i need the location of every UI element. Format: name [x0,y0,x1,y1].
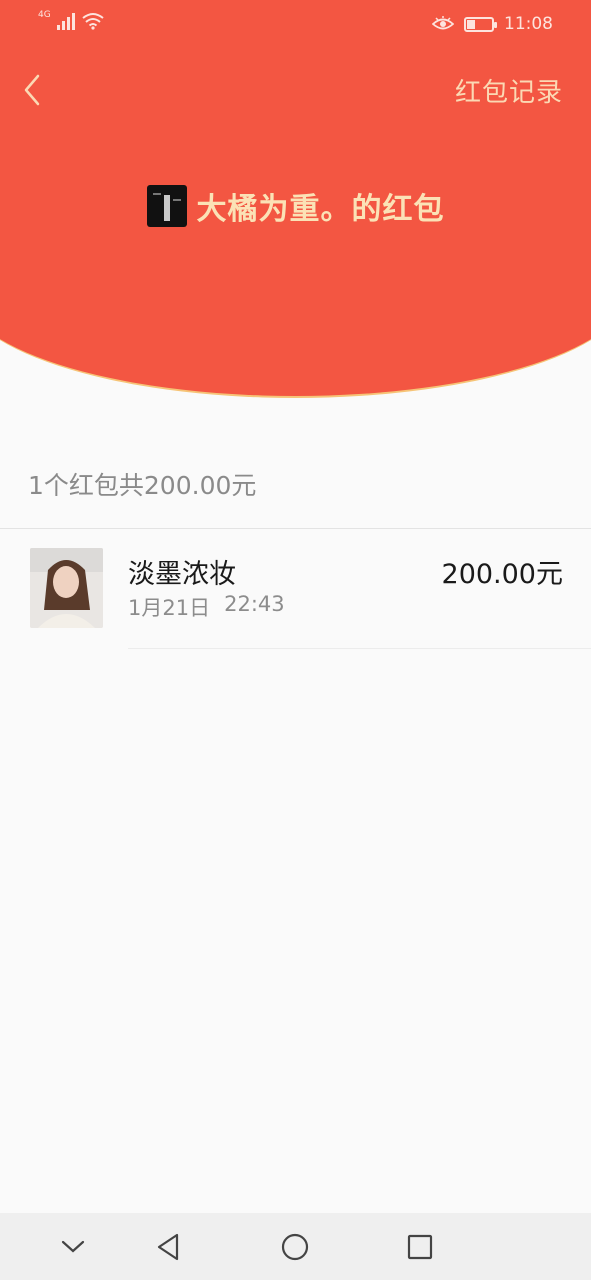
row-divider [128,648,591,649]
eye-icon [432,16,454,30]
back-arrow-icon [24,74,40,106]
nav-recent-button[interactable] [404,1231,436,1263]
envelope-summary: 1个红包共200.00元 [28,471,257,500]
status-bar: 4G 11:08 [0,0,591,50]
chevron-down-icon [61,1240,85,1253]
nav-back-button[interactable] [153,1231,185,1263]
list-item[interactable]: 淡墨浓妆 1月21日 22:43 200.00元 [0,530,591,650]
received-clock: 22:43 [224,592,285,616]
records-link[interactable]: 红包记录 [455,72,563,109]
sender-info: 大橘为重。的红包 [0,184,591,228]
wifi-icon [82,13,104,30]
received-time: 1月21日 22:43 [128,592,285,622]
received-date: 1月21日 [128,596,211,620]
signal-icon [56,12,75,30]
status-right: 11:08 [432,14,553,34]
status-left: 4G [38,10,105,30]
clock: 11:08 [504,14,553,34]
triangle-back-icon [157,1233,179,1261]
divider [0,528,591,529]
nav-home-button[interactable] [279,1231,311,1263]
recipient-name: 淡墨浓妆 [128,559,236,590]
circle-home-icon [281,1233,309,1261]
back-button[interactable] [18,70,54,110]
nav-down-button[interactable] [57,1231,89,1263]
avatar [30,548,103,628]
battery-icon [464,16,497,32]
network-label: 4G [38,10,51,20]
screen: 4G 11:08 红包记录 大橘为重。的红包 1个红包共200.00元 淡墨浓妆… [0,0,591,1280]
sender-title: 大橘为重。的红包 [196,192,445,227]
received-amount: 200.00元 [441,559,563,590]
sender-avatar [146,185,187,227]
system-nav-bar [0,1213,591,1280]
square-recent-icon [407,1234,433,1260]
